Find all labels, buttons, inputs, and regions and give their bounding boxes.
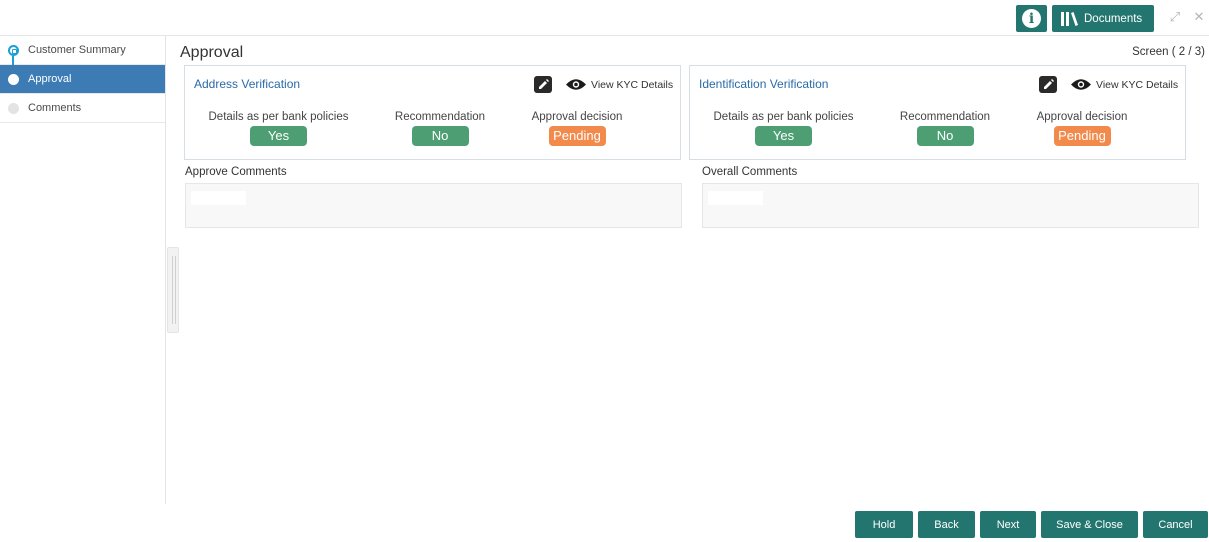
- field-label: Approval decision: [531, 111, 623, 123]
- field-approval-decision: Approval decision Pending: [1032, 111, 1132, 146]
- sidebar-item-customer-summary[interactable]: Customer Summary: [0, 36, 165, 66]
- sidebar-item-label: Approval: [28, 73, 72, 85]
- minimize-icon[interactable]: ⤢: [1168, 10, 1182, 24]
- top-bar: i Documents ⤢ ✕: [0, 0, 1209, 36]
- field-label: Recommendation: [394, 111, 486, 123]
- approve-comments-input[interactable]: [185, 183, 682, 228]
- cancel-button[interactable]: Cancel: [1143, 511, 1208, 538]
- status-badge: No: [411, 126, 469, 146]
- field-bank-policies: Details as per bank policies Yes: [711, 111, 856, 146]
- field-label: Recommendation: [899, 111, 991, 123]
- field-bank-policies: Details as per bank policies Yes: [206, 111, 351, 146]
- status-badge: Pending: [1053, 126, 1111, 146]
- step-pending-icon: [8, 103, 19, 114]
- sidebar-item-label: Comments: [28, 102, 82, 114]
- eye-icon[interactable]: [1070, 78, 1092, 91]
- approve-comments-label: Approve Comments: [185, 166, 287, 178]
- library-icon: [1061, 11, 1078, 26]
- close-icon[interactable]: ✕: [1192, 10, 1206, 24]
- edit-icon[interactable]: [1039, 76, 1057, 93]
- overall-comments-label: Overall Comments: [702, 166, 798, 178]
- screen-indicator: Screen ( 2 / 3): [1132, 46, 1205, 58]
- field-label: Details as per bank policies: [208, 111, 349, 123]
- save-close-button[interactable]: Save & Close: [1041, 511, 1138, 538]
- comment-placeholder-area: [708, 191, 763, 205]
- back-button[interactable]: Back: [918, 511, 975, 538]
- comment-placeholder-area: [191, 191, 246, 205]
- view-kyc-details-link[interactable]: View KYC Details: [591, 79, 673, 91]
- field-label: Details as per bank policies: [713, 111, 854, 123]
- field-recommendation: Recommendation No: [390, 111, 490, 146]
- info-icon: i: [1022, 9, 1041, 28]
- field-recommendation: Recommendation No: [895, 111, 995, 146]
- sidebar-item-comments[interactable]: Comments: [0, 94, 165, 123]
- documents-label: Documents: [1084, 12, 1143, 25]
- info-button[interactable]: i: [1016, 5, 1047, 32]
- step-active-icon: [8, 74, 19, 85]
- status-badge: No: [916, 126, 974, 146]
- status-badge: Yes: [755, 126, 812, 146]
- documents-button[interactable]: Documents: [1052, 5, 1154, 32]
- identification-verification-card: Identification Verification View KYC Det…: [689, 65, 1186, 160]
- next-button[interactable]: Next: [980, 511, 1036, 538]
- sidebar-item-label: Customer Summary: [28, 44, 126, 56]
- status-badge: Pending: [548, 126, 606, 146]
- card-title: Identification Verification: [699, 77, 829, 91]
- view-kyc-details-link[interactable]: View KYC Details: [1096, 79, 1178, 91]
- status-badge: Yes: [250, 126, 307, 146]
- sidebar: Customer Summary Approval Comments: [0, 36, 166, 504]
- field-label: Approval decision: [1036, 111, 1128, 123]
- sidebar-item-approval[interactable]: Approval: [0, 65, 165, 94]
- field-approval-decision: Approval decision Pending: [527, 111, 627, 146]
- page-title: Approval: [180, 44, 244, 61]
- overall-comments-input[interactable]: [702, 183, 1199, 228]
- step-current-icon: [8, 45, 19, 56]
- edit-icon[interactable]: [534, 76, 552, 93]
- hold-button[interactable]: Hold: [855, 511, 913, 538]
- card-title: Address Verification: [194, 77, 301, 91]
- eye-icon[interactable]: [565, 78, 587, 91]
- sidebar-resize-handle[interactable]: [167, 247, 179, 333]
- address-verification-card: Address Verification View KYC Details De…: [184, 65, 681, 160]
